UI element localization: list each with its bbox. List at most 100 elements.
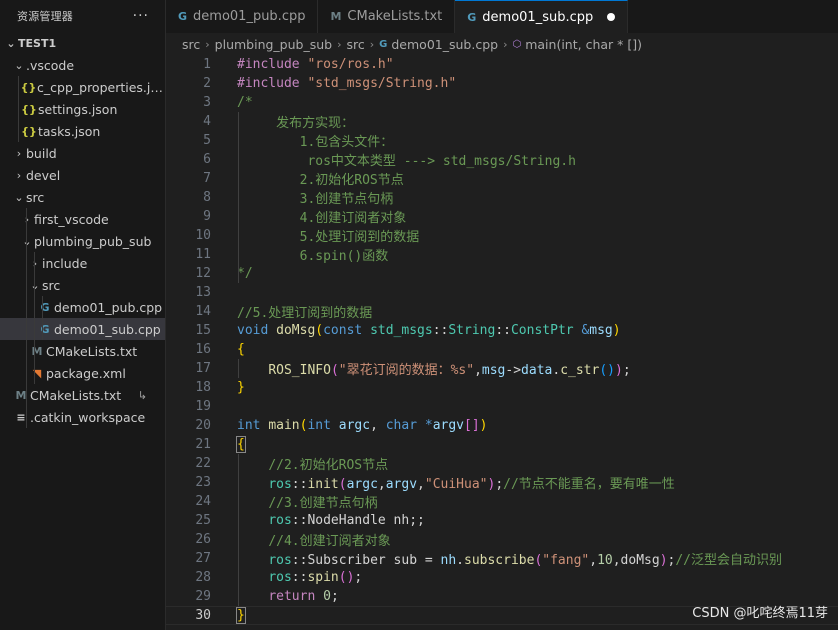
tree-file-tasksjson[interactable]: {} tasks.json <box>0 120 165 142</box>
code-token: doMsg <box>276 323 316 338</box>
code-line[interactable]: 20 int main(int argc, char *argv[]) <box>166 416 838 435</box>
code-line[interactable]: 21 { <box>166 435 838 454</box>
code-line[interactable]: 7 2.初始化ROS节点 <box>166 169 838 188</box>
code-line[interactable]: 19 <box>166 397 838 416</box>
code-editor[interactable]: 1 #include "ros/ros.h" 2 #include "std_msgs… <box>166 55 838 630</box>
code-line[interactable]: 3 /* <box>166 93 838 112</box>
line-number: 5 <box>203 133 211 148</box>
code-text: 2.初始化ROS节点 <box>237 169 404 188</box>
tab-demo01pubcpp[interactable]: Gdemo01_pub.cpp <box>166 0 319 33</box>
tab-cmakeliststxt[interactable]: M CMakeLists.txt <box>318 0 456 33</box>
tree-folder-devel[interactable]: › devel <box>0 164 165 186</box>
code-line[interactable]: 12 */ <box>166 264 838 283</box>
code-text: //2.初始化ROS节点 <box>237 454 388 473</box>
breadcrumb: src › plumbing_pub_sub › src › Gdemo01_sub.cpp… <box>166 33 838 55</box>
code-line[interactable]: 11 6.spin()函数 <box>166 245 838 264</box>
code-line[interactable]: 27 ros::Subscriber sub = nh.subscribe("f… <box>166 549 838 568</box>
code-text: ros::Subscriber sub = nh.subscribe("fang… <box>237 549 782 568</box>
code-line[interactable]: 17 ROS_INFO("翠花订阅的数据：%s",msg->data.c_str… <box>166 359 838 378</box>
code-line[interactable]: 23 ros::init(argc,argv,"CuiHua");//节点不能重… <box>166 473 838 492</box>
tree-folder-src[interactable]: ⌄ src <box>0 274 165 296</box>
tree-folder-vscode[interactable]: ⌄ .vscode <box>0 54 165 76</box>
code-line[interactable]: 22 //2.初始化ROS节点 <box>166 454 838 473</box>
tab-demo01subcpp[interactable]: Gdemo01_sub.cpp <box>455 0 629 33</box>
code-token: ROS_INFO <box>268 363 331 378</box>
line-number: 10 <box>195 228 211 243</box>
more-actions-icon[interactable]: ··· <box>133 8 149 24</box>
code-token: //4.创建订阅者对象 <box>268 534 391 549</box>
code-token: argv <box>385 477 418 492</box>
code-line[interactable]: 25 ros::NodeHandle nh;; <box>166 511 838 530</box>
code-line[interactable]: 9 4.创建订阅者对象 <box>166 207 838 226</box>
breadcrumb-item[interactable]: src <box>182 37 200 52</box>
code-text: #include "ros/ros.h" <box>237 57 394 72</box>
code-token: //泛型会自动识别 <box>675 553 783 568</box>
tree-item-label: demo01_pub.cpp <box>54 299 163 315</box>
tree-folder-firstvscode[interactable]: › first_vscode <box>0 208 165 230</box>
code-text: ros::spin(); <box>237 570 362 585</box>
tree-file-cmakeliststxt[interactable]: M CMakeLists.txt <box>0 340 165 362</box>
symlink-icon: ↳ <box>137 388 147 402</box>
tree-folder-src[interactable]: ⌄ src <box>0 186 165 208</box>
code-line[interactable]: 8 3.创建节点句柄 <box>166 188 838 207</box>
breadcrumb-item[interactable]: src <box>347 37 365 52</box>
breadcrumb-item[interactable]: main(int, char * []) <box>525 37 642 52</box>
breadcrumb-item[interactable]: plumbing_pub_sub <box>215 37 332 52</box>
tree-file-cmakeliststxt[interactable]: M CMakeLists.txt ↳ <box>0 384 165 406</box>
tree-folder-test1[interactable]: ⌄ TEST1 <box>0 32 165 54</box>
code-token: int <box>307 418 339 433</box>
tree-item-label: src <box>42 277 61 293</box>
code-line[interactable]: 18} <box>166 378 838 397</box>
tree-folder-build[interactable]: › build <box>0 142 165 164</box>
code-token: ros中文本类型 ---> std_msgs/String.h <box>237 154 576 169</box>
line-number: 22 <box>195 456 211 471</box>
tree-file-demo01subcpp[interactable]: Gdemo01_sub.cpp <box>0 318 165 340</box>
unsaved-dot-icon[interactable] <box>607 13 616 21</box>
line-number: 15 <box>195 323 211 338</box>
code-line[interactable]: 4 发布方实现： <box>166 112 838 131</box>
line-number: 18 <box>195 380 211 395</box>
tree-indent-guide <box>42 296 43 340</box>
code-line[interactable]: 1 #include "ros/ros.h" <box>166 55 838 74</box>
code-text: ros中文本类型 ---> std_msgs/String.h <box>237 150 576 169</box>
tree-file-catkinworkspace[interactable]: ≡ .catkin_workspace <box>0 406 165 428</box>
code-token: ; <box>354 570 363 585</box>
cmake-file-icon: M <box>15 388 27 402</box>
line-number: 14 <box>195 304 211 319</box>
code-line[interactable]: 28 ros::spin(); <box>166 568 838 587</box>
code-line[interactable]: 26 //4.创建订阅者对象 <box>166 530 838 549</box>
code-line[interactable]: 2 #include "std_msgs/String.h" <box>166 74 838 93</box>
code-token: #include <box>237 57 308 72</box>
code-line[interactable]: 6 ros中文本类型 ---> std_msgs/String.h <box>166 150 838 169</box>
tree-item-label: first_vscode <box>34 211 109 227</box>
tree-file-ccpppropertiesjson[interactable]: {} c_cpp_properties.json <box>0 76 165 98</box>
tree-folder-include[interactable]: › include <box>0 252 165 274</box>
cpp-file-icon: G <box>379 38 388 50</box>
code-token: 发布方实现： <box>237 116 355 131</box>
line-number: 20 <box>195 418 211 433</box>
code-line[interactable]: 10 5.处理订阅到的数据 <box>166 226 838 245</box>
code-token: std_msgs <box>370 323 433 338</box>
code-line[interactable]: 24 //3.创建节点句柄 <box>166 492 838 511</box>
tree-folder-plumbingpubsub[interactable]: ⌄ plumbing_pub_sub <box>0 230 165 252</box>
code-token: ) <box>659 553 668 568</box>
code-token: */ <box>237 266 253 281</box>
code-line[interactable]: 5 1.包含头文件： <box>166 131 838 150</box>
tree-file-demo01pubcpp[interactable]: Gdemo01_pub.cpp <box>0 296 165 318</box>
tree-item-label: package.xml <box>46 365 126 381</box>
code-token: "ros/ros.h" <box>307 57 394 72</box>
code-indent-guide <box>238 112 239 283</box>
code-line[interactable]: 13 <box>166 283 838 302</box>
code-text: //3.创建节点句柄 <box>237 492 377 511</box>
tree-file-settingsjson[interactable]: {} settings.json <box>0 98 165 120</box>
chevron-right-icon: › <box>32 256 38 270</box>
code-line[interactable]: 16 { <box>166 340 838 359</box>
line-number: 11 <box>195 247 211 262</box>
code-line[interactable]: 14 //5.处理订阅到的数据 <box>166 302 838 321</box>
code-line[interactable]: 15 void doMsg(const std_msgs::String::Con… <box>166 321 838 340</box>
breadcrumb-item[interactable]: demo01_sub.cpp <box>391 37 498 52</box>
chevron-right-icon: › <box>24 212 30 226</box>
tree-file-packagexml[interactable]: ◥ package.xml <box>0 362 165 384</box>
